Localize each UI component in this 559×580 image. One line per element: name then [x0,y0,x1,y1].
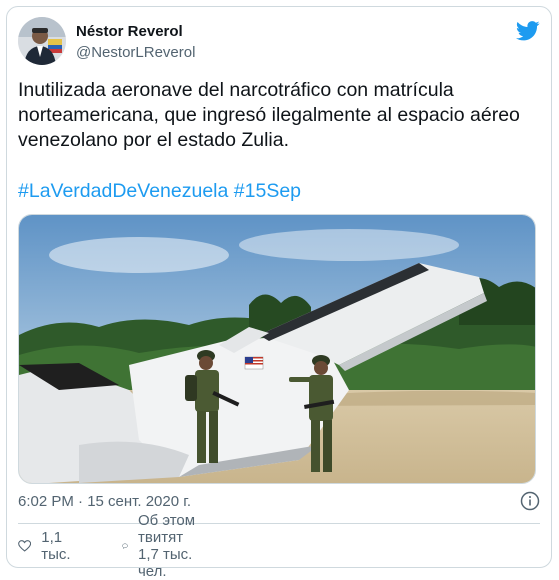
hashtag-link[interactable]: #LaVerdadDeVenezuela [18,180,228,202]
reply-discussion-button[interactable]: Об этом твитят 1,7 тыс. чел. [122,512,197,580]
twitter-bird-icon[interactable] [516,21,540,41]
speech-bubble-icon [122,543,128,549]
author-name[interactable]: Néstor Reverol [76,23,183,40]
discussion-label: Об этом твитят 1,7 тыс. чел. [137,512,196,580]
tweet-photo[interactable] [18,214,536,484]
tweet-hashtags: #LaVerdadDeVenezuela #15Sep [18,179,301,204]
hashtag-link[interactable]: #15Sep [234,180,301,202]
tweet-timestamp[interactable]: 6:02 PM · 15 сент. 2020 г. [18,493,191,510]
author-avatar[interactable] [18,17,66,65]
tweet-card[interactable]: Néstor Reverol @NestorLReverol Inutiliza… [6,6,552,580]
avatar-photo-icon [18,17,66,65]
tweet-header: Néstor Reverol @NestorLReverol [18,17,540,69]
tweet-text: Inutilizada aeronave del narcotráfico co… [18,79,520,151]
heart-icon [18,540,32,552]
author-handle[interactable]: @NestorLReverol [76,44,195,61]
like-count: 1,1 тыс. [41,529,71,563]
crashed-aircraft-photo [19,215,535,483]
divider [18,523,540,524]
info-icon[interactable] [520,491,540,511]
like-button[interactable]: 1,1 тыс. [18,529,77,563]
